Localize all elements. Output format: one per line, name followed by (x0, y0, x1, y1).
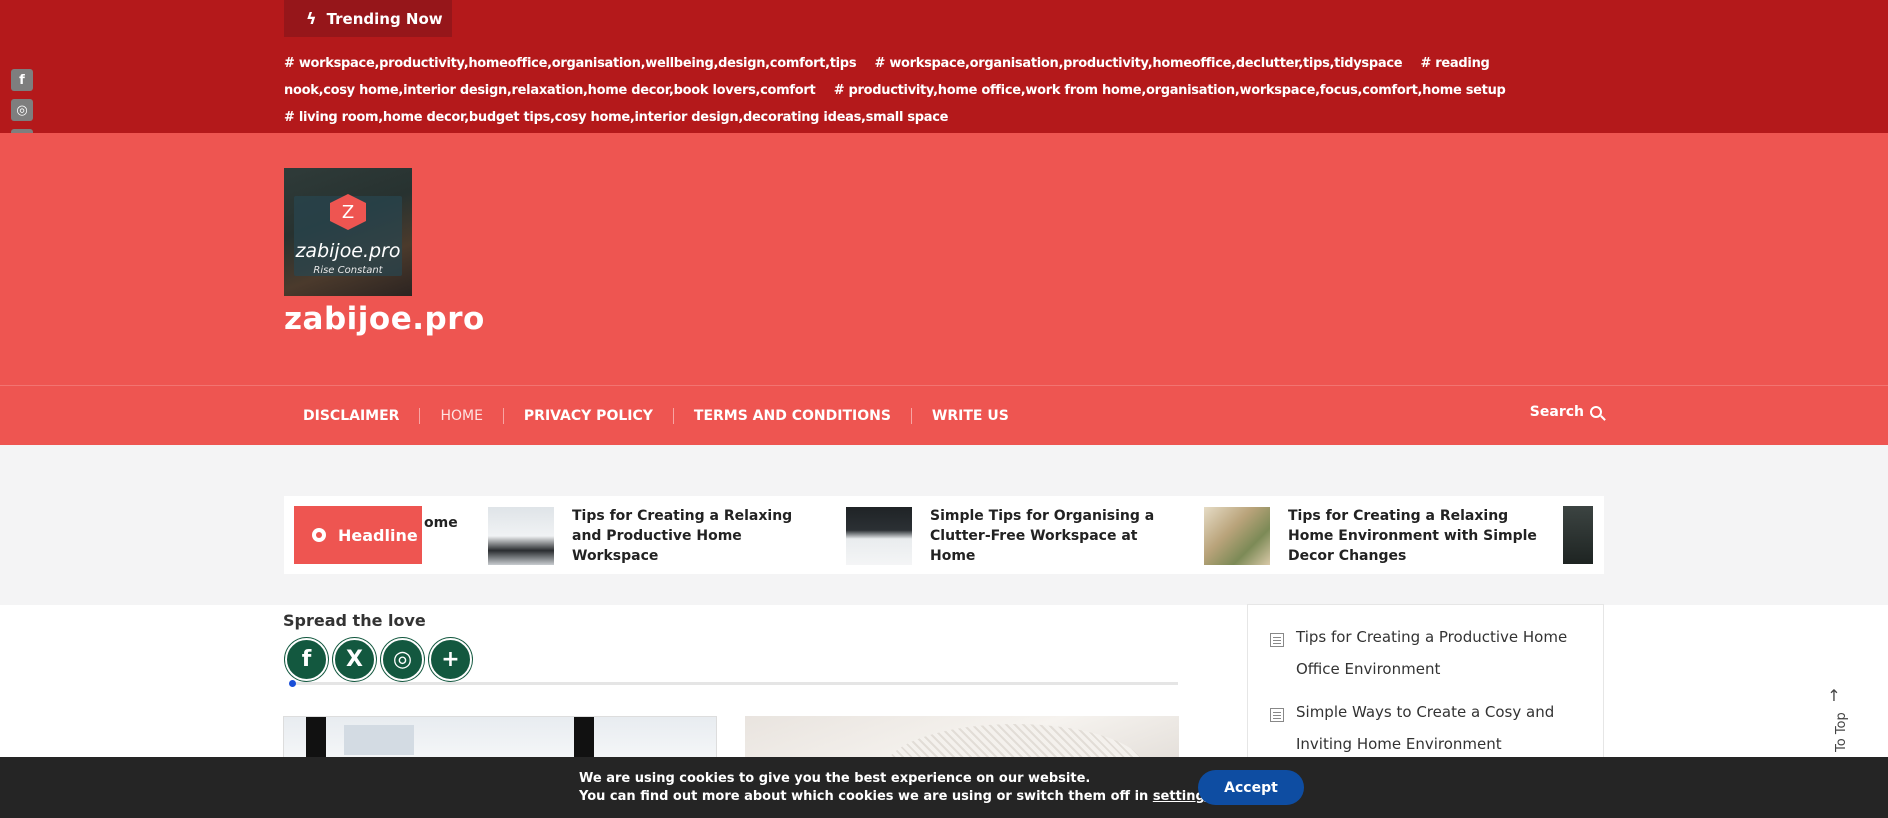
logo-subtitle: Rise Constant (313, 265, 383, 276)
cookie-line-2: You can find out more about which cookie… (579, 788, 1218, 806)
headline-label-text: Headline (338, 525, 418, 545)
ticker-title: Simple Tips for Organising a Clutter-Fre… (930, 508, 1155, 564)
arrow-up-icon: ↑ (1827, 686, 1841, 705)
headline-ticker: Headline ome Tips for Creating a Relaxin… (284, 496, 1604, 574)
instagram-icon[interactable]: ◎ (381, 638, 424, 681)
trending-bar: ϟ Trending Now # workspace,productivity,… (0, 0, 1888, 133)
document-icon (1270, 633, 1284, 647)
bolt-icon: ϟ (306, 9, 317, 28)
ticker-item-partial[interactable]: ome (424, 515, 464, 531)
logo-text: zabijoe.pro (295, 240, 401, 262)
cookie-line-2-text: You can find out more about which cookie… (579, 789, 1149, 804)
nav-item-home[interactable]: HOME (420, 408, 504, 424)
document-icon (1270, 708, 1284, 722)
trending-tag-link[interactable]: # productivity,home office,work from hom… (834, 83, 1506, 98)
cookie-message: We are using cookies to give you the bes… (579, 770, 1218, 806)
sidebar-post-title[interactable]: Simple Ways to Create a Cosy and Invitin… (1296, 696, 1580, 760)
search-icon (1590, 406, 1602, 418)
ticker-title: Tips for Creating a Relaxing Home Enviro… (1288, 508, 1537, 564)
cookie-banner: We are using cookies to give you the bes… (0, 757, 1888, 818)
headline-label: Headline (294, 506, 422, 564)
trending-now-label: ϟ Trending Now (284, 0, 452, 37)
site-header: Z zabijoe.pro Rise Constant zabijoe.pro (0, 133, 1888, 385)
progress-dot (289, 680, 296, 687)
reading-progress (289, 680, 1178, 687)
to-top-label: To Top (1834, 712, 1849, 752)
plus-icon[interactable]: + (429, 638, 472, 681)
ticker-title: Tips for Creating a Relaxing and Product… (572, 508, 793, 564)
sidebar-post-title[interactable]: Tips for Creating a Productive Home Offi… (1296, 621, 1580, 685)
search-label: Search (1529, 404, 1584, 420)
sidebar-post-item[interactable]: Simple Ways to Create a Cosy and Invitin… (1270, 703, 1580, 760)
to-top-button[interactable]: ↑ To Top (1822, 686, 1849, 756)
instagram-icon[interactable]: ◎ (11, 99, 33, 121)
nav-item-terms[interactable]: TERMS AND CONDITIONS (674, 408, 912, 424)
headline-band: Headline ome Tips for Creating a Relaxin… (0, 445, 1888, 605)
nav-item-privacy-policy[interactable]: PRIVACY POLICY (504, 408, 674, 424)
trending-tag-link[interactable]: # workspace,organisation,productivity,ho… (875, 56, 1403, 71)
sidebar-post-item[interactable]: Tips for Creating a Productive Home Offi… (1270, 628, 1580, 685)
search-button[interactable]: Search (1530, 404, 1602, 420)
ticker-thumbnail (488, 507, 554, 565)
ticker-thumbnail (1204, 507, 1270, 565)
facebook-icon[interactable]: f (11, 69, 33, 91)
nav-item-write-us[interactable]: WRITE US (912, 408, 1029, 424)
record-dot-icon (312, 528, 326, 542)
ticker-item-partial-thumb[interactable] (1563, 506, 1593, 564)
trending-label-text: Trending Now (326, 9, 443, 28)
share-title: Spread the love (283, 611, 426, 630)
nav-item-disclaimer[interactable]: DISCLAIMER (284, 408, 421, 424)
facebook-icon[interactable]: f (285, 638, 328, 681)
share-buttons: f X ◎ + (285, 638, 472, 681)
main-nav: DISCLAIMER HOME PRIVACY POLICY TERMS AND… (0, 385, 1888, 445)
ticker-item[interactable]: Tips for Creating a Relaxing Home Enviro… (1204, 506, 1538, 566)
cookie-line-1: We are using cookies to give you the bes… (579, 771, 1091, 786)
trending-tag-link[interactable]: # workspace,productivity,homeoffice,orga… (284, 56, 857, 71)
trending-tag-link[interactable]: # living room,home decor,budget tips,cos… (284, 110, 948, 125)
ticker-item[interactable]: Tips for Creating a Relaxing and Product… (488, 506, 822, 566)
ticker-thumbnail (1563, 506, 1593, 564)
site-title[interactable]: zabijoe.pro (284, 301, 485, 337)
trending-tags: # workspace,productivity,homeoffice,orga… (284, 50, 1534, 131)
ticker-item[interactable]: Simple Tips for Organising a Clutter-Fre… (846, 506, 1180, 566)
x-icon[interactable]: X (333, 638, 376, 681)
ticker-thumbnail (846, 507, 912, 565)
site-logo[interactable]: Z zabijoe.pro Rise Constant (284, 168, 412, 296)
cookie-accept-button[interactable]: Accept (1198, 770, 1304, 805)
